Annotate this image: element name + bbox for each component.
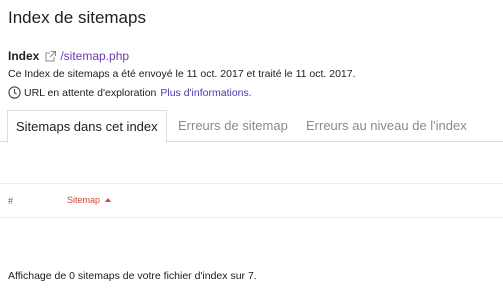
- table-header: # Sitemap: [0, 184, 503, 218]
- sort-ascending-icon: [105, 198, 112, 202]
- page-title: Index de sitemaps: [8, 8, 146, 27]
- status-text: URL en attente d'exploration: [24, 86, 157, 99]
- external-link-icon[interactable]: [45, 50, 57, 62]
- sitemap-index-page: Index de sitemaps Index /sitemap.php Ce …: [0, 0, 503, 300]
- more-info-link[interactable]: Plus d'informations.: [160, 87, 251, 99]
- index-row: Index /sitemap.php: [8, 49, 129, 63]
- tab-sitemaps-in-index[interactable]: Sitemaps dans cet index: [7, 110, 167, 143]
- tab-index-errors[interactable]: Erreurs au niveau de l'index: [298, 110, 475, 143]
- sitemap-link[interactable]: /sitemap.php: [60, 49, 129, 63]
- tab-sitemap-errors[interactable]: Erreurs de sitemap: [170, 110, 296, 143]
- column-header-number: #: [8, 196, 14, 206]
- clock-icon: [8, 86, 21, 99]
- tab-bar: Sitemaps dans cet index Erreurs de sitem…: [0, 110, 503, 143]
- submission-info: Ce Index de sitemaps a été envoyé le 11 …: [8, 68, 356, 80]
- column-header-sitemap-label: Sitemap: [67, 195, 101, 205]
- crawl-status: URL en attente d'exploration Plus d'info…: [8, 86, 252, 99]
- column-header-sitemap[interactable]: Sitemap: [67, 195, 112, 205]
- index-label: Index: [8, 49, 40, 63]
- pagination-summary: Affichage de 0 sitemaps de votre fichier…: [8, 270, 257, 282]
